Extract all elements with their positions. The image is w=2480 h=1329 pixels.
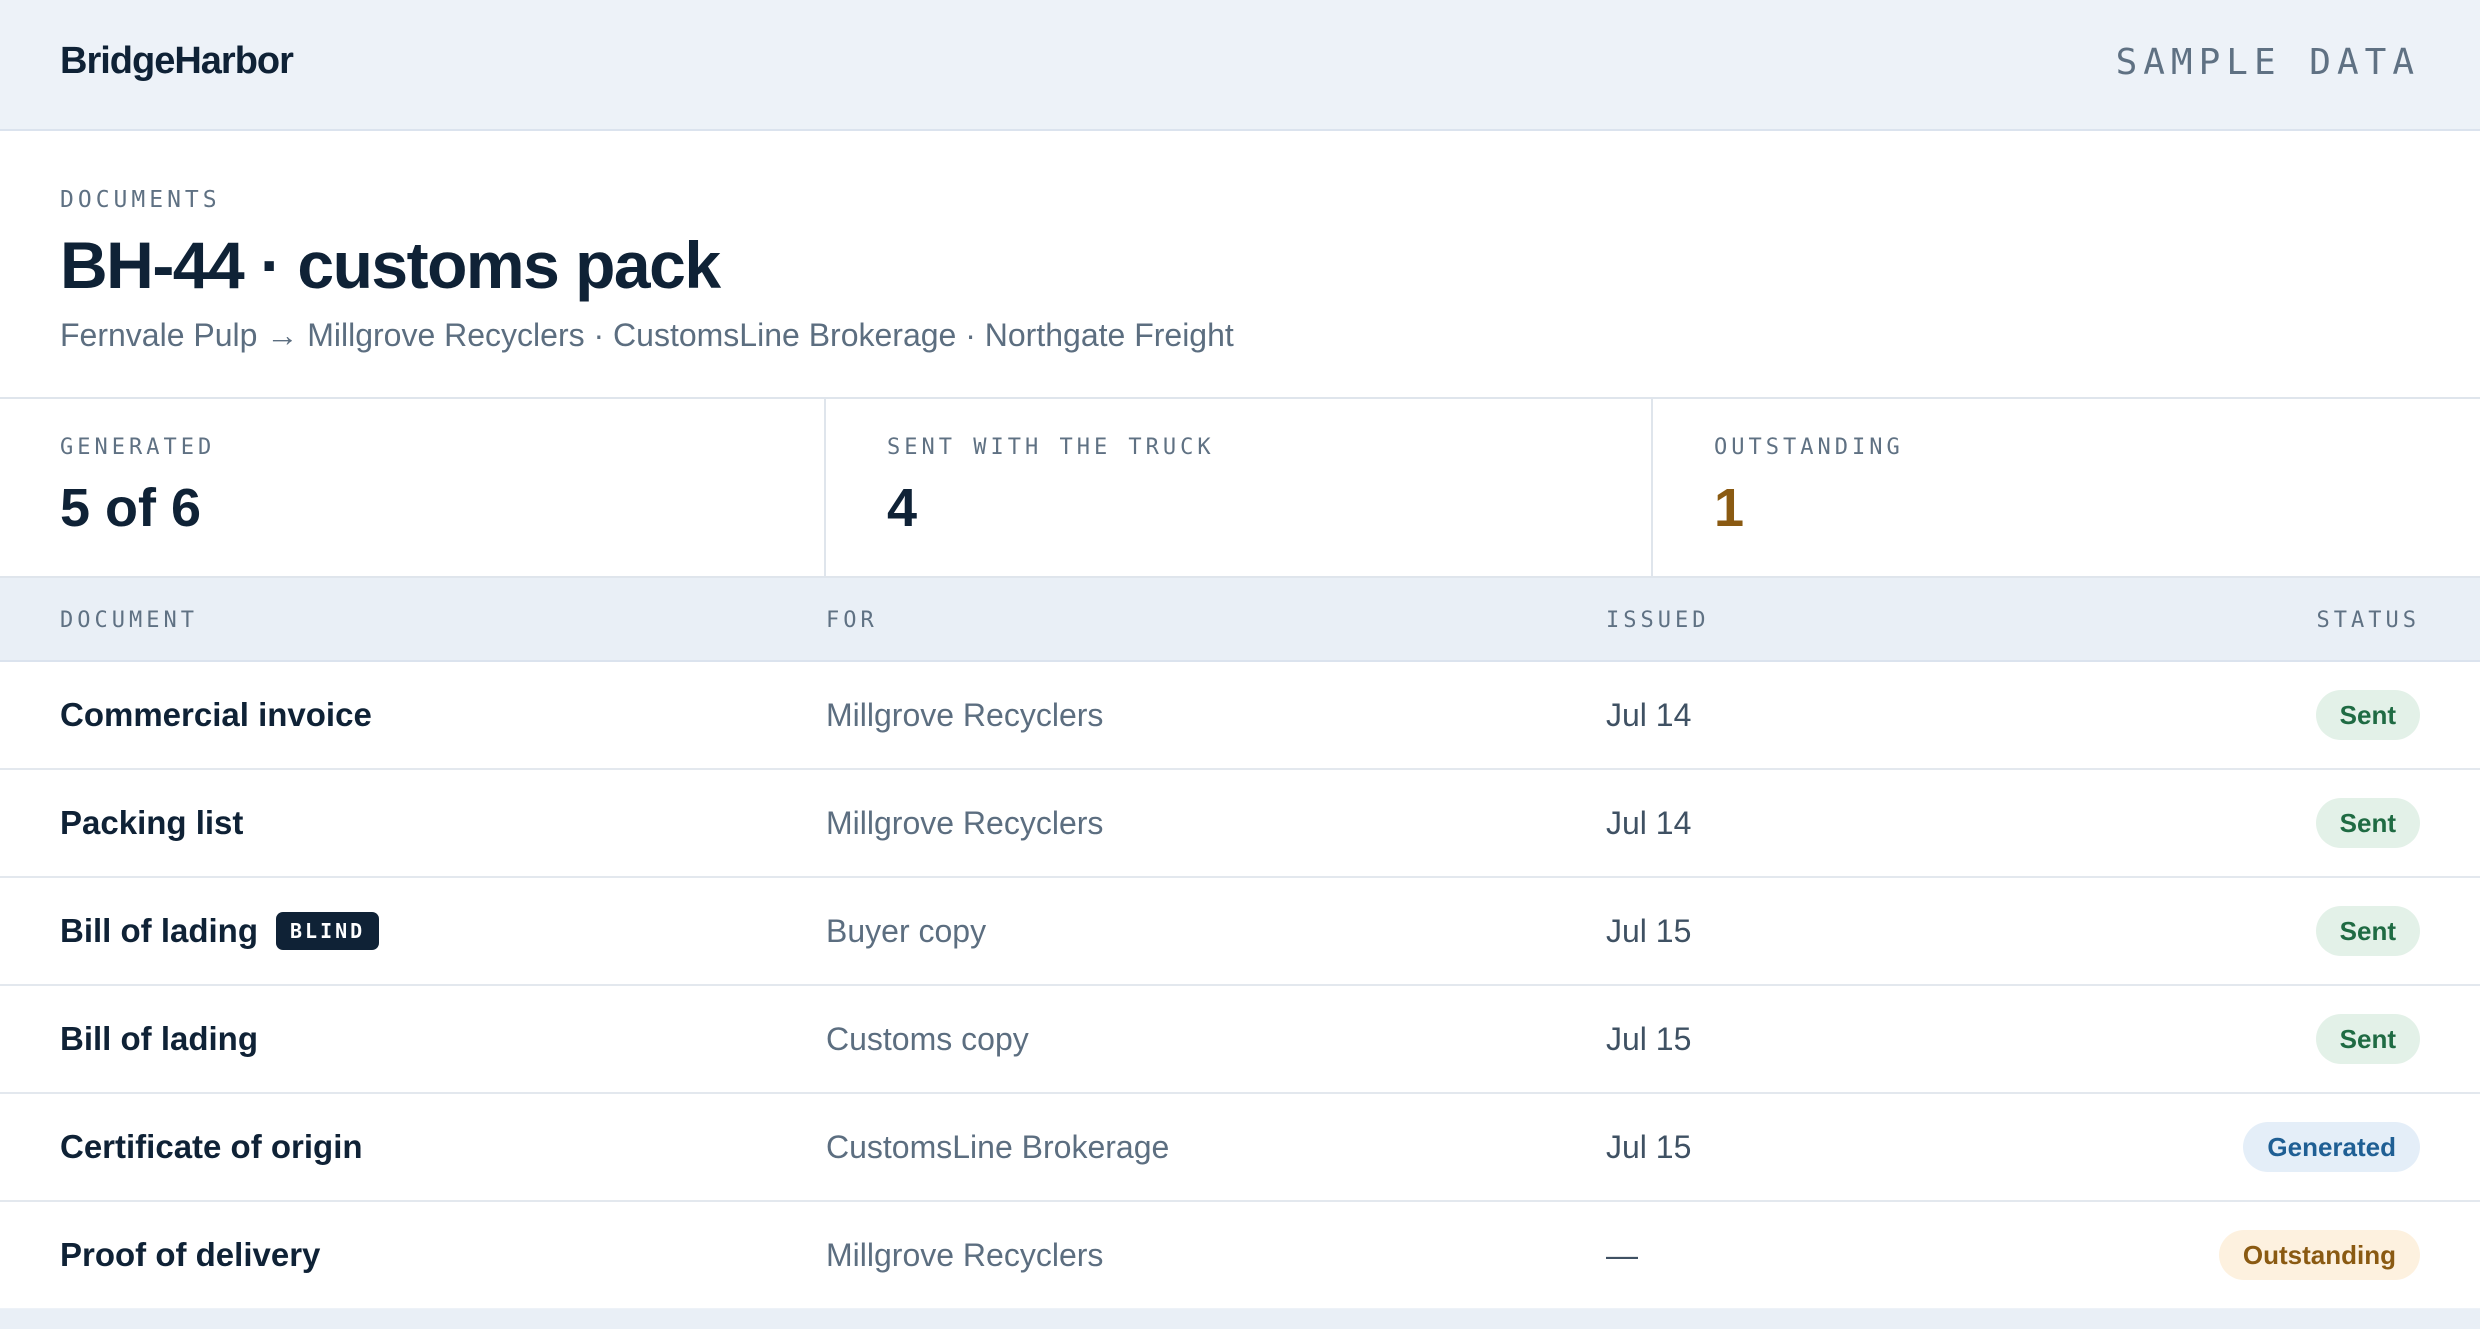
stat-label: OUTSTANDING xyxy=(1714,435,1904,460)
issued-date: Jul 14 xyxy=(1606,804,1692,841)
status-badge: Sent xyxy=(2315,690,2420,740)
issued-date: Jul 15 xyxy=(1606,912,1692,949)
document-name[interactable]: Bill of lading xyxy=(60,912,258,950)
page-header: DOCUMENTS BH-44 · customs pack Fernvale … xyxy=(0,131,2480,399)
document-recipient: CustomsLine Brokerage xyxy=(826,1128,1170,1165)
document-recipient: Buyer copy xyxy=(826,912,987,949)
issued-date: — xyxy=(1606,1236,1638,1273)
section-eyebrow: DOCUMENTS xyxy=(60,187,221,213)
document-recipient: Customs copy xyxy=(826,1020,1029,1057)
stat-value: 1 xyxy=(1714,478,1745,538)
top-bar: BridgeHarbor SAMPLE DATA xyxy=(0,0,2480,131)
issued-date: Jul 14 xyxy=(1606,696,1692,733)
table-row[interactable]: Commercial invoice Millgrove Recyclers J… xyxy=(0,662,2480,770)
shipment-parties: Fernvale Pulp → Millgrove Recyclers · Cu… xyxy=(60,317,1234,353)
document-name[interactable]: Certificate of origin xyxy=(60,1128,363,1166)
stat-label: GENERATED xyxy=(60,435,216,460)
document-recipient: Millgrove Recyclers xyxy=(826,696,1104,733)
document-name[interactable]: Proof of delivery xyxy=(60,1236,320,1274)
table-row[interactable]: Proof of delivery Millgrove Recyclers — … xyxy=(0,1202,2480,1308)
issued-date: Jul 15 xyxy=(1606,1128,1692,1165)
stat-generated: GENERATED 5 of 6 xyxy=(0,399,826,578)
stat-value: 5 of 6 xyxy=(60,478,202,538)
stat-outstanding: OUTSTANDING 1 xyxy=(1653,399,2480,578)
table-row[interactable]: Certificate of origin CustomsLine Broker… xyxy=(0,1094,2480,1202)
brand-logo[interactable]: BridgeHarbor xyxy=(60,40,294,83)
stat-value: 4 xyxy=(887,478,918,538)
status-badge: Generated xyxy=(2243,1122,2420,1172)
document-recipient: Millgrove Recyclers xyxy=(826,1236,1104,1273)
issued-date: Jul 15 xyxy=(1606,1020,1692,1057)
table-row[interactable]: Bill of lading Customs copy Jul 15 Sent xyxy=(0,986,2480,1094)
table-header: DOCUMENT FOR ISSUED STATUS xyxy=(0,578,2480,662)
page-footer-band xyxy=(0,1309,2480,1329)
document-name[interactable]: Packing list xyxy=(60,804,243,842)
status-badge: Outstanding xyxy=(2218,1230,2420,1280)
table-row[interactable]: Bill of lading BLIND Buyer copy Jul 15 S… xyxy=(0,878,2480,986)
status-badge: Sent xyxy=(2315,798,2420,848)
sample-data-label: SAMPLE DATA xyxy=(2115,42,2420,83)
status-badge: Sent xyxy=(2315,1014,2420,1064)
page-title: BH-44 · customs pack xyxy=(60,228,721,302)
documents-table: Commercial invoice Millgrove Recyclers J… xyxy=(0,662,2480,1308)
status-badge: Sent xyxy=(2315,906,2420,956)
stat-sent-with-truck: SENT WITH THE TRUCK 4 xyxy=(826,399,1653,578)
document-recipient: Millgrove Recyclers xyxy=(826,804,1104,841)
table-row[interactable]: Packing list Millgrove Recyclers Jul 14 … xyxy=(0,770,2480,878)
column-header-issued[interactable]: ISSUED xyxy=(1606,608,1709,633)
summary-stats: GENERATED 5 of 6 SENT WITH THE TRUCK 4 O… xyxy=(0,399,2480,578)
stat-label: SENT WITH THE TRUCK xyxy=(887,435,1215,460)
blind-tag: BLIND xyxy=(275,912,380,950)
document-name[interactable]: Bill of lading xyxy=(60,1020,258,1058)
column-header-status[interactable]: STATUS xyxy=(2317,608,2420,633)
document-name[interactable]: Commercial invoice xyxy=(60,696,372,734)
column-header-for[interactable]: FOR xyxy=(826,608,878,633)
column-header-document[interactable]: DOCUMENT xyxy=(60,608,198,633)
